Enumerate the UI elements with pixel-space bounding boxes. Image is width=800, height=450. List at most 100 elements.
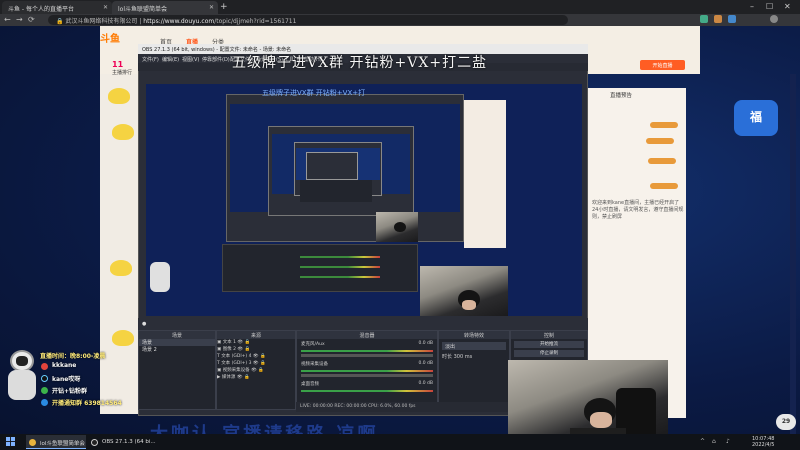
source-label: 文本 (GDI+) 3 [221, 361, 252, 366]
audio-meter [301, 390, 433, 392]
menu-docks[interactable]: 停靠部件(D) [202, 56, 230, 63]
wechat-icon [41, 387, 48, 394]
duck-mascot-icon [112, 330, 134, 346]
close-window-icon[interactable]: ✕ [784, 2, 791, 11]
transitions-dock: 转场特效 淡出 时长 300 ms [438, 330, 510, 410]
notification-bubble[interactable]: 29 [776, 414, 796, 430]
tray-chevron-icon[interactable]: ^ [700, 438, 705, 445]
mixer-dock: 混音器 麦克风/Aux 0.0 dB 视频采集设备 0.0 dB 桌面音频 0.… [296, 330, 438, 410]
browser-tab-douyu-home[interactable]: 斗鱼 - 每个人的直播平台 ✕ [2, 1, 112, 14]
qq-icon [41, 399, 48, 406]
rank-widget[interactable]: 11 主播排行 [112, 60, 132, 76]
fan-badge[interactable] [650, 183, 678, 189]
mixer-dock-title: 混音器 [297, 331, 437, 339]
mixer-channel-name: 桌面音频 [301, 382, 319, 387]
windows-start-icon[interactable] [6, 437, 15, 446]
mixer-level: 0.0 dB [418, 341, 433, 346]
minimize-icon[interactable]: – [750, 2, 754, 11]
menu-file[interactable]: 文件(F) [142, 56, 159, 63]
mixer-channel-name: 视频采集设备 [301, 362, 328, 367]
maximize-icon[interactable]: ☐ [766, 2, 773, 11]
taskbar-app-obs[interactable]: OBS 27.1.3 (64 bi... [88, 435, 156, 449]
fan-badge[interactable] [646, 138, 674, 144]
chrome-icon [29, 439, 36, 446]
source-item[interactable]: ▶ 媒体源 👁 🔒 [217, 374, 295, 381]
tab-label: lol斗鱼联盟简单会 [118, 6, 168, 13]
scenes-dock-title: 场景 [139, 331, 215, 339]
source-item[interactable]: T 文本 (GDI+) 4 👁 🔒 [217, 353, 295, 360]
stop-recording-button[interactable]: 停止录制 [514, 350, 584, 357]
rank-label: 主播排行 [112, 70, 133, 76]
extension-icon[interactable] [728, 15, 736, 23]
lock-icon: 🔒 [56, 18, 66, 25]
sources-dock: 来源 ▣ 文本 1 👁 🔒 ▣ 图像 2 👁 🔒 T 文本 (GDI+) 4 👁… [216, 330, 296, 410]
reload-icon[interactable]: ⟳ [28, 15, 35, 24]
person-face [462, 300, 476, 310]
duck-mascot-icon [108, 88, 130, 104]
duck-mascot-icon [112, 124, 134, 140]
source-label: 视频采集设备 [222, 368, 250, 373]
taskbar-app-chrome[interactable]: lol斗鱼联盟简单会 [26, 435, 86, 449]
back-icon[interactable]: ← [4, 15, 11, 24]
mixer-channel: 桌面音频 0.0 dB [297, 379, 437, 394]
network-icon[interactable]: ⌂ [712, 438, 716, 445]
close-icon[interactable]: ✕ [209, 4, 214, 11]
douyu-logo[interactable]: 斗鱼 [100, 30, 120, 45]
mixer-channel: 麦克风/Aux 0.0 dB [297, 339, 437, 359]
scenes-dock: 场景 场景 场景 2 [138, 330, 216, 410]
menu-view[interactable]: 视图(V) [182, 56, 199, 63]
fan-badge[interactable] [650, 122, 678, 128]
person-hair [394, 222, 406, 232]
astronaut-mascot-icon [150, 262, 170, 292]
address-bar[interactable]: 🔒 武汉斗鱼网络科技有限公司 | https://www.douyu.com/t… [48, 15, 568, 25]
controls-dock-title: 控制 [511, 331, 587, 339]
source-label: 文本 1 [222, 340, 236, 345]
source-item[interactable]: ▣ 视频采集设备 👁 🔒 [217, 367, 295, 374]
nested-overlay-text: 五级牌子进VX群 开钻粉+VX+打 [262, 89, 366, 97]
astronaut-mascot-icon [4, 348, 44, 408]
scene-item[interactable]: 场景 [139, 339, 215, 346]
extension-icon[interactable] [714, 15, 722, 23]
volume-icon[interactable]: ♪ [726, 438, 730, 445]
profile-avatar[interactable] [770, 15, 778, 23]
system-clock[interactable]: 10:07:48 2022/4/5 [752, 436, 774, 448]
source-label: 文本 (GDI+) 4 [221, 354, 252, 359]
audio-meter [301, 350, 433, 352]
page-scrollbar[interactable] [790, 74, 796, 434]
source-item[interactable]: ▣ 文本 1 👁 🔒 [217, 339, 295, 346]
close-icon[interactable]: ✕ [103, 4, 108, 11]
source-item[interactable]: T 文本 (GDI+) 3 👁 🔒 [217, 360, 295, 367]
volume-slider[interactable] [301, 374, 433, 377]
url-host: https://www.douyu.com [143, 18, 215, 25]
browser-tab-live-room[interactable]: lol斗鱼联盟简单会 ✕ [112, 1, 218, 14]
scene-item[interactable]: 场景 2 [139, 346, 215, 353]
mixer-level: 0.0 dB [418, 381, 433, 386]
new-tab-icon[interactable]: + [220, 2, 228, 12]
transition-select[interactable]: 淡出 [442, 342, 506, 350]
audio-meter [301, 370, 433, 372]
mixer-channel: 视频采集设备 0.0 dB [297, 359, 437, 379]
transition-duration[interactable]: 时长 300 ms [442, 353, 506, 360]
nested-chat-panel [464, 100, 506, 248]
forward-icon[interactable]: → [16, 15, 23, 24]
nested-obs-window-4 [306, 152, 358, 180]
stream-schedule: 直播时间：晚8:00-凌晨 [40, 353, 106, 360]
duration-label: 时长 [442, 354, 453, 360]
volume-slider[interactable] [301, 354, 433, 357]
source-label: 图像 2 [222, 347, 236, 352]
menu-edit[interactable]: 编辑(E) [162, 56, 179, 63]
start-streaming-button[interactable]: 开始推流 [514, 341, 584, 348]
extension-icon[interactable] [700, 15, 708, 23]
source-item[interactable]: ▣ 图像 2 👁 🔒 [217, 346, 295, 353]
duration-value: 300 ms [453, 354, 473, 360]
taskbar-app-label: lol斗鱼联盟简单会 [40, 441, 85, 447]
fan-badge[interactable] [648, 158, 676, 164]
qq-group: 开播通知群 639814564 [52, 400, 122, 407]
rank-number: 11 [112, 60, 124, 69]
tiger-badge[interactable]: 福 [734, 100, 778, 136]
obs-icon [91, 439, 98, 446]
clock-date: 2022/4/5 [752, 442, 775, 448]
source-label: 媒体源 [221, 375, 236, 380]
record-status: ● [142, 321, 147, 327]
open-live-button[interactable]: 开始直播 [640, 60, 685, 70]
